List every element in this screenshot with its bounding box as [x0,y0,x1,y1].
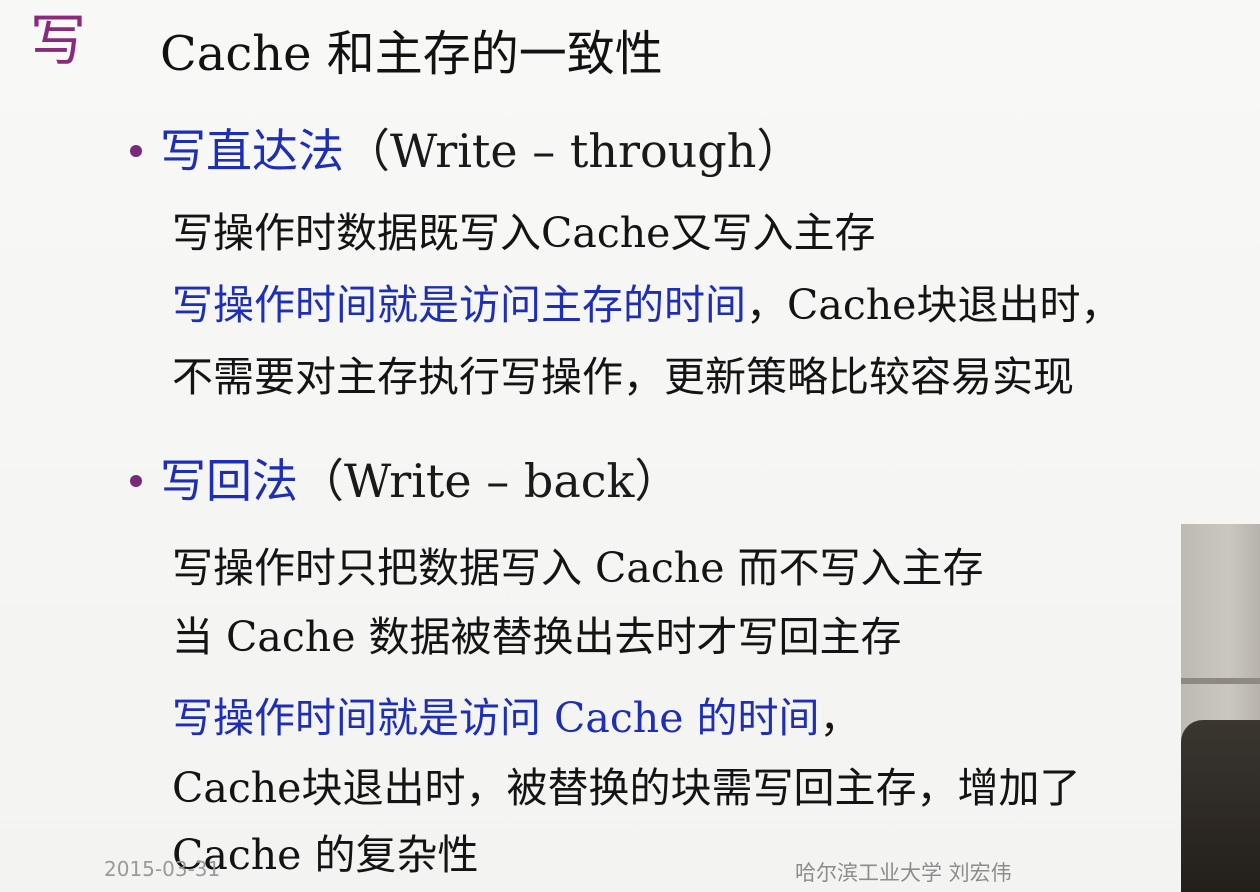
bullet-term: 写回法 [160,454,298,508]
body-text: 写操作时数据既写入Cache又写入主存 [172,209,876,257]
bullet-dot-icon [130,475,142,487]
body-line: 写操作时间就是访问主存的时间，Cache块退出时， [172,285,1121,326]
bullet-paren: （Write – back） [298,454,681,508]
body-text: ， [819,694,861,742]
footer-date: 2015-03-31 [104,857,221,881]
slide-title: Cache 和主存的一致性 [160,26,663,82]
body-text: 当 Cache 数据被替换出去时才写回主存 [172,613,902,661]
presenter-video [1181,524,1260,892]
emphasis-text: 写操作时间就是访问 Cache 的时间 [172,694,820,742]
body-line: 当 Cache 数据被替换出去时才写回主存 [172,617,902,658]
bullet-term: 写直达法 [160,124,344,178]
body-line: 不需要对主存执行写操作，更新策略比较容易实现 [172,357,1074,398]
body-line: 写操作时间就是访问 Cache 的时间， [172,698,861,739]
bullet-dot-icon [130,145,142,157]
title-mark: 写 [30,9,86,74]
footer-author: 哈尔滨工业大学 刘宏伟 [795,861,1012,885]
presenter-figure [1181,720,1260,892]
body-line: 写操作时数据既写入Cache又写入主存 [172,213,875,254]
body-text: 写操作时只把数据写入 Cache 而不写入主存 [172,544,984,592]
bullet-write-back: 写回法（Write – back） [130,458,680,504]
slide: 写 Cache 和主存的一致性 写直达法（Write – through） 写操… [0,0,1260,892]
video-background-shelf [1181,678,1260,684]
emphasis-text: 写操作时间就是访问主存的时间 [172,281,746,329]
bullet-paren: （Write – through） [344,124,803,178]
bullet-write-through: 写直达法（Write – through） [130,128,802,174]
body-text: 不需要对主存执行写操作，更新策略比较容易实现 [172,353,1074,401]
body-line: Cache块退出时，被替换的块需写回主存，增加了 [172,768,1080,809]
body-line: 写操作时只把数据写入 Cache 而不写入主存 [172,548,984,589]
body-text: Cache块退出时，被替换的块需写回主存，增加了 [172,764,1081,812]
body-text: ，Cache块退出时， [746,281,1122,329]
